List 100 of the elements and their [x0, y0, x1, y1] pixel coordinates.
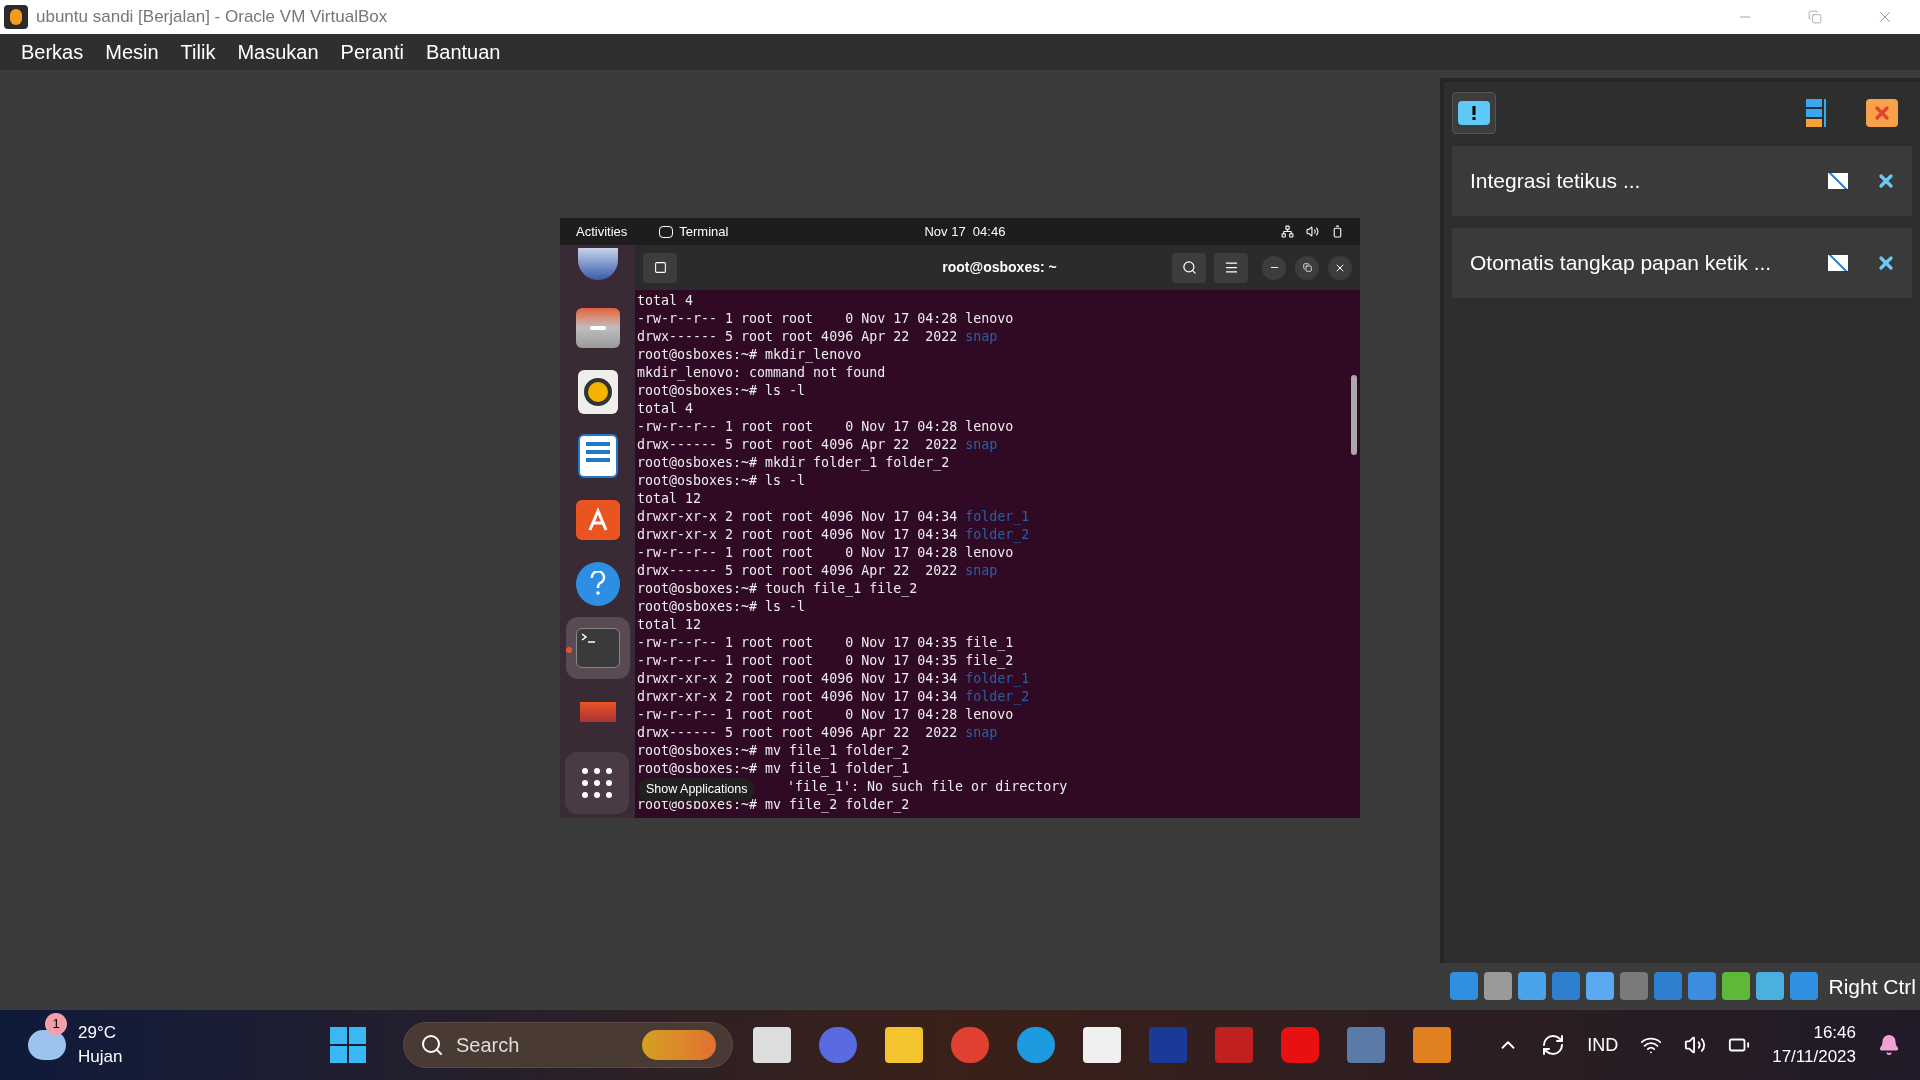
dock-item[interactable]	[565, 752, 629, 814]
terminal-line: total 4	[637, 292, 695, 310]
notification-card[interactable]: Otomatis tangkap papan ketik ...	[1452, 228, 1912, 298]
terminal-line: root@osboxes:~# ls -l	[637, 598, 807, 616]
volume-icon[interactable]	[1684, 1034, 1707, 1056]
close-notification-icon[interactable]	[1876, 253, 1896, 273]
notification-text: Integrasi tetikus ...	[1470, 168, 1641, 195]
terminal-line: -rw-r--r-- 1 root root 0 Nov 17 04:28	[637, 418, 959, 436]
file-name: folder_1	[965, 670, 1030, 688]
file-name: file_1	[965, 634, 1014, 652]
bag-app-icon[interactable]	[575, 500, 620, 540]
search-field[interactable]: Search	[456, 1030, 616, 1060]
show-applications-icon[interactable]	[582, 768, 612, 798]
clock-time[interactable]: 16:46	[1813, 1021, 1856, 1045]
terminal-line: -rw-r--r-- 1 root root 0 Nov 17 04:35	[637, 634, 959, 652]
close-button[interactable]	[1328, 255, 1352, 280]
folder-app-icon[interactable]	[575, 308, 620, 348]
file-name: snap	[965, 724, 998, 742]
terminal-line: drwxr-xr-x 2 root root 4096 Nov 17 04:34	[637, 526, 959, 544]
file-name: folder_2	[965, 526, 1030, 544]
terminal-line: total 12	[637, 616, 703, 634]
terminal-line: drwxr-xr-x 2 root root 4096 Nov 17 04:34	[637, 670, 959, 688]
activities-button[interactable]: Activities	[576, 221, 628, 242]
file-name: lenovo	[965, 706, 1014, 724]
notification-card[interactable]: Integrasi tetikus ...	[1452, 146, 1912, 216]
terminal-line: drwxr-xr-x 2 root root 4096 Nov 17 04:34	[637, 508, 959, 526]
windows-start-icon[interactable]	[330, 1027, 366, 1063]
search-button[interactable]	[1172, 252, 1206, 283]
file-name: folder_2	[965, 688, 1030, 706]
terminal-line: -rw-r--r-- 1 root root 0 Nov 17 04:28	[637, 310, 959, 328]
terminal-line: drwx------ 5 root root 4096 Apr 22 2022	[637, 724, 959, 742]
help-app-icon[interactable]	[575, 562, 620, 606]
terminal-title: root@osboxes: ~	[941, 258, 1058, 277]
running-indicator	[565, 647, 572, 653]
file-name: snap	[965, 562, 998, 580]
speaker-app-icon[interactable]	[577, 370, 618, 414]
virtualbox-logo-icon	[4, 5, 28, 29]
terminal-line: root@osboxes:~# touch file_1 file_2	[637, 580, 919, 598]
file-name: folder_1	[965, 508, 1030, 526]
host-key-label: Right Ctrl	[1828, 973, 1917, 1000]
terminal-line: -rw-r--r-- 1 root root 0 Nov 17 04:28	[637, 706, 959, 724]
new-tab-icon	[653, 261, 667, 274]
volume-icon[interactable]	[1306, 225, 1319, 238]
close-notification-icon[interactable]	[1876, 171, 1896, 191]
terminal-line: -rw-r--r-- 1 root root 0 Nov 17 04:35	[637, 652, 959, 670]
menu-item[interactable]: Mesin	[94, 37, 170, 67]
scrollbar-thumb[interactable]	[1351, 375, 1357, 455]
document-app-icon[interactable]	[577, 434, 618, 478]
terminal-line: total 12	[637, 490, 703, 508]
file-name: snap	[965, 436, 998, 454]
menu-item[interactable]: Tilik	[169, 37, 227, 67]
file-name: lenovo	[965, 544, 1014, 562]
window-title: ubuntu sandi [Berjalan] - Oracle VM VirtualBox	[36, 6, 388, 29]
app-menu[interactable]: Terminal	[679, 221, 729, 242]
menu-item[interactable]: Bantuan	[414, 37, 512, 67]
suppress-icon[interactable]	[1828, 255, 1848, 271]
file-name: lenovo	[965, 418, 1014, 436]
notification-badge: 1	[45, 1013, 67, 1035]
terminal-line: total 4	[637, 400, 695, 418]
rain-cloud-icon[interactable]	[28, 1030, 66, 1060]
clock-date[interactable]: 17/11/2023	[1772, 1045, 1856, 1069]
suppress-icon[interactable]	[1828, 173, 1848, 189]
menu-item[interactable]: Peranti	[329, 37, 415, 67]
clock[interactable]: Nov 17 04:46	[924, 221, 1006, 242]
file-name: file_2	[965, 652, 1014, 670]
bell-icon[interactable]	[1878, 1034, 1900, 1056]
terminal-line: 'file_1': No such file or directory	[787, 778, 1068, 796]
dock-item-active[interactable]	[565, 617, 630, 679]
terminal-line: root@osboxes:~# ls -l	[637, 382, 807, 400]
sync-icon[interactable]	[1541, 1033, 1566, 1057]
alert-speech-bubble-icon	[1458, 101, 1490, 125]
file-name: lenovo	[965, 310, 1014, 328]
terminal-line: drwx------ 5 root root 4096 Apr 22 2022	[637, 328, 959, 346]
file-name: snap	[965, 328, 998, 346]
terminal-line: root@osboxes:~# mkdir folder_1 folder_2	[637, 454, 951, 472]
notification-center-button[interactable]	[1452, 92, 1496, 134]
terminal-app-icon[interactable]	[575, 628, 620, 668]
terminal-line: mkdir_lenovo: command not found	[637, 364, 887, 382]
language-indicator[interactable]: IND	[1587, 1031, 1619, 1059]
mail-app-icon[interactable]	[577, 248, 618, 280]
search-icon	[1181, 260, 1197, 275]
app-icon[interactable]	[579, 702, 616, 722]
new-tab-button[interactable]	[643, 252, 677, 283]
menu-icon	[1223, 260, 1239, 275]
weather-condition: Hujan	[78, 1046, 123, 1068]
menu-item[interactable]: Masukan	[226, 37, 330, 67]
menu-button[interactable]	[1214, 252, 1248, 283]
temperature: 29°C	[78, 1022, 117, 1044]
terminal-line: root@osboxes:~# mkdir_lenovo	[637, 346, 863, 364]
search-icon	[420, 1033, 444, 1057]
sort-icon[interactable]	[1806, 99, 1826, 127]
terminal-line: -rw-r--r-- 1 root root 0 Nov 17 04:28	[637, 544, 959, 562]
terminal-line: drwx------ 5 root root 4096 Apr 22 2022	[637, 562, 959, 580]
restore-icon	[1302, 263, 1312, 272]
terminal-line: root@osboxes:~# mv file_1 folder_1	[637, 760, 911, 778]
maximize-button[interactable]	[1295, 255, 1319, 280]
menu-item[interactable]: Berkas	[10, 37, 95, 67]
terminal-line: root@osboxes:~# ls -l	[637, 472, 807, 490]
search-box[interactable]: Search	[403, 1022, 733, 1068]
battery-icon[interactable]	[1331, 225, 1344, 238]
